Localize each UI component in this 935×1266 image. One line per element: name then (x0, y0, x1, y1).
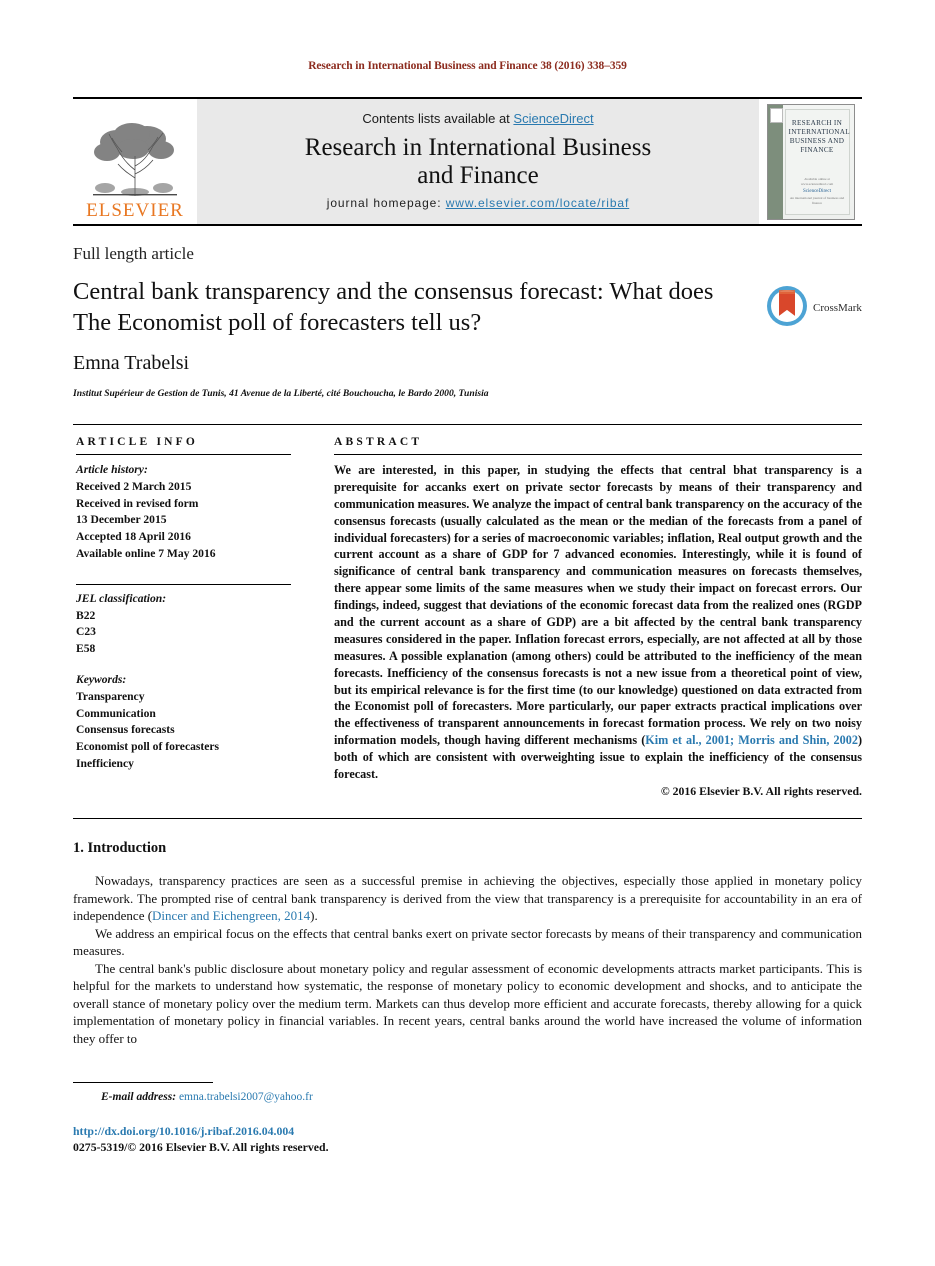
info-section-top-rule (73, 424, 862, 425)
contents-available-line: Contents lists available at ScienceDirec… (362, 111, 593, 126)
article-history-item: Accepted 18 April 2016 (76, 530, 191, 544)
abstract-heading: ABSTRACT (334, 436, 423, 448)
journal-masthead: ELSEVIER Contents lists available at Sci… (73, 97, 862, 226)
cover-elsevier-icon (769, 107, 783, 123)
article-history-item: Available online 7 May 2016 (76, 546, 216, 560)
journal-banner: Contents lists available at ScienceDirec… (197, 99, 759, 224)
article-info-column: ARTICLE INFO Article history: Received 2… (76, 436, 291, 773)
cover-inner-panel: RESEARCH IN INTERNATIONAL BUSINESS AND F… (784, 108, 850, 215)
journal-homepage-label: journal homepage: (326, 196, 442, 210)
abstract-text: We are interested, in this paper, in stu… (334, 462, 862, 783)
jel-code: C23 (76, 625, 96, 639)
article-type: Full length article (73, 244, 194, 263)
journal-homepage-line: journal homepage: www.elsevier.com/locat… (327, 196, 629, 210)
elsevier-logo: ELSEVIER (73, 99, 197, 224)
abstract-column: ABSTRACT We are interested, in this pape… (334, 436, 862, 799)
journal-cover-image: RESEARCH IN INTERNATIONAL BUSINESS AND F… (766, 103, 855, 220)
cover-footer: Available online at www.sciencedirect.co… (790, 177, 845, 206)
abstract-rule (334, 454, 862, 455)
footnote-email-line: E-mail address: emna.trabelsi2007@yahoo.… (101, 1091, 313, 1103)
page-title: Central bank transparency and the consen… (73, 278, 714, 336)
keyword-item: Transparency (76, 689, 145, 703)
doi-link[interactable]: http://dx.doi.org/10.1016/j.ribaf.2016.0… (73, 1124, 294, 1139)
title-block: Central bank transparency and the consen… (73, 277, 733, 338)
jel-section-rule (76, 583, 291, 585)
email-link[interactable]: emna.trabelsi2007@yahoo.fr (179, 1091, 313, 1103)
keyword-item: Economist poll of forecasters (76, 740, 220, 754)
keyword-item: Inefficiency (76, 756, 134, 770)
author-name: Emna Trabelsi (73, 352, 190, 374)
journal-title-line-2: and Finance (417, 162, 539, 189)
cover-sciencedirect-logo: ScienceDirect (802, 189, 832, 195)
article-info-heading: ARTICLE INFO (76, 436, 199, 448)
section-heading-introduction: 1. Introduction (73, 840, 167, 856)
abstract-copyright: © 2016 Elsevier B.V. All rights reserved… (660, 783, 862, 798)
elsevier-wordmark: ELSEVIER (86, 200, 184, 221)
journal-cover-cell: RESEARCH IN INTERNATIONAL BUSINESS AND F… (759, 99, 862, 224)
journal-title: Research in International Business and F… (305, 134, 651, 190)
cover-title-text: RESEARCH IN INTERNATIONAL BUSINESS AND F… (788, 118, 850, 154)
abstract-citation-link[interactable]: Kim et al., 2001; Morris and Shin, 2002 (645, 733, 858, 747)
issn-copyright-line: 0275-5319/© 2016 Elsevier B.V. All right… (73, 1140, 329, 1154)
contents-prefix: Contents lists available at (362, 111, 514, 126)
abstract-part-1: We are interested, in this paper, in stu… (334, 463, 862, 748)
journal-homepage-link[interactable]: www.elsevier.com/locate/ribaf (446, 196, 630, 210)
body-paragraph: Nowadays, transparency practices are see… (73, 872, 862, 925)
article-info-rule (76, 454, 291, 455)
body-citation-link[interactable]: Dincer and Eichengreen, 2014 (152, 908, 310, 923)
article-history-label: Article history: (76, 463, 148, 476)
article-history-item: Received in revised form (76, 496, 199, 510)
article-history-item: 13 December 2015 (76, 513, 167, 527)
body-paragraph: We address an empirical focus on the eff… (73, 925, 862, 959)
sciencedirect-link[interactable]: ScienceDirect (513, 111, 593, 126)
running-head: Research in International Business and F… (308, 60, 627, 72)
footnote-rule (73, 1082, 213, 1083)
elsevier-tree-icon (87, 122, 183, 200)
cover-footer-small: An international journal of business and… (789, 196, 845, 206)
body-column: Nowadays, transparency practices are see… (73, 872, 862, 1047)
crossmark-label: CrossMark (813, 302, 862, 314)
jel-code: B22 (76, 608, 96, 622)
body-paragraph: The central bank's public disclosure abo… (73, 960, 862, 1046)
keyword-item: Communication (76, 706, 156, 720)
jel-code: E58 (76, 642, 96, 656)
info-section-bottom-rule (73, 818, 862, 819)
keywords-label: Keywords: (76, 672, 127, 686)
journal-article-page: Research in International Business and F… (0, 0, 935, 1266)
author-affiliation: Institut Supérieur de Gestion de Tunis, … (73, 388, 489, 399)
body-p1-after-citation: ). (310, 908, 318, 924)
crossmark-icon (766, 285, 808, 332)
jel-classification-label: JEL classification: (76, 591, 167, 605)
cover-footer-note: Available online at www.sciencedirect.co… (800, 177, 834, 187)
journal-title-line-1: Research in International Business (304, 134, 652, 161)
crossmark-badge[interactable]: CrossMark (766, 285, 866, 331)
keyword-item: Consensus forecasts (76, 723, 175, 737)
article-history-item: Received 2 March 2015 (76, 479, 192, 493)
email-label: E-mail address: (101, 1091, 177, 1103)
